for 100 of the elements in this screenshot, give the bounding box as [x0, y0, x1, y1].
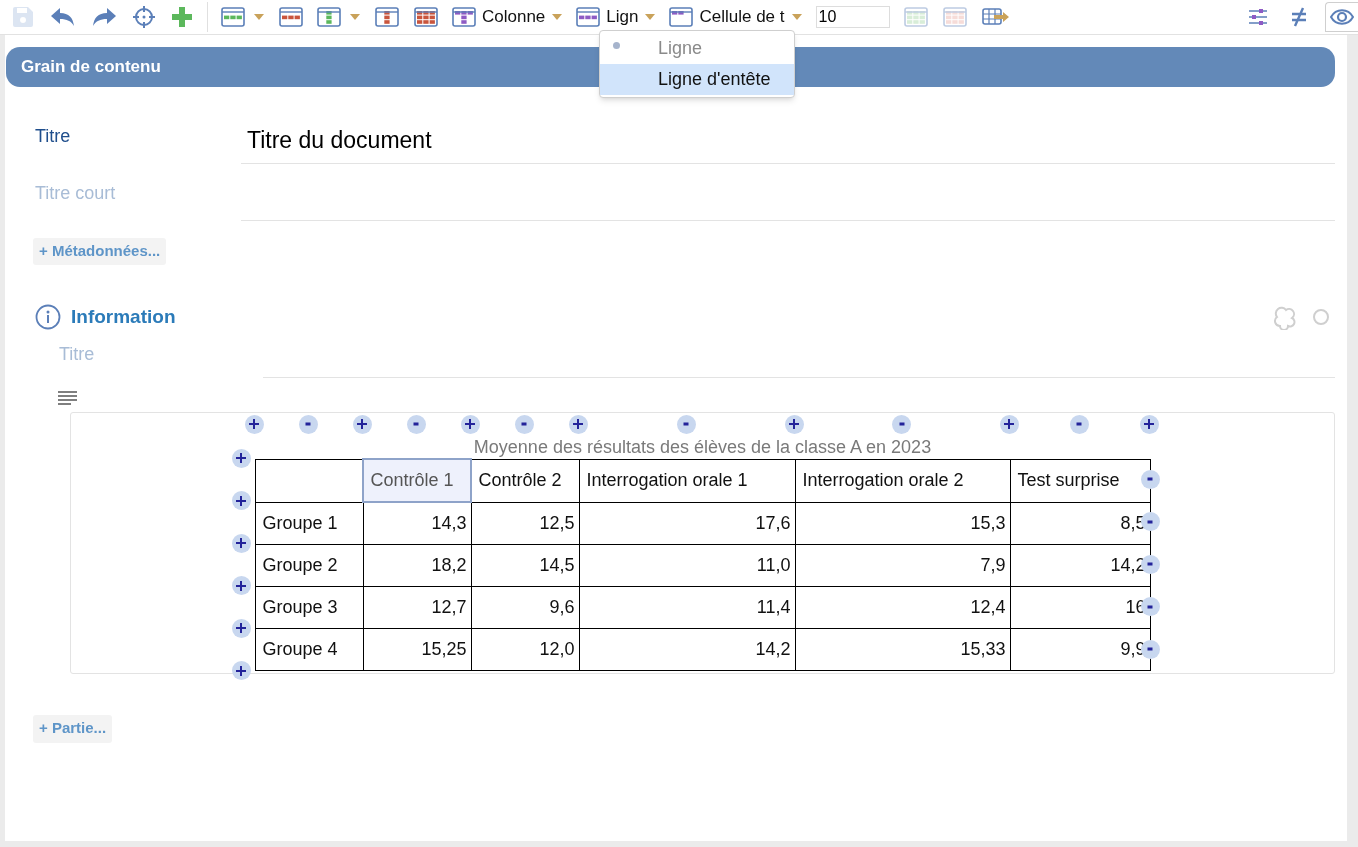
table-cell: 17,6 — [579, 502, 795, 544]
table-icon — [669, 7, 694, 27]
toolbar-dropdown[interactable] — [317, 7, 361, 27]
eye-icon — [1330, 8, 1354, 26]
plus-icon — [249, 419, 259, 429]
add-row-button[interactable] — [231, 448, 251, 468]
number-field[interactable]: 10 — [815, 6, 890, 28]
remove-column-button[interactable] — [298, 414, 318, 434]
add-column-button[interactable] — [568, 414, 588, 434]
table-cell: 11,4 — [579, 586, 795, 628]
plus-icon — [171, 6, 193, 28]
caret-icon — [644, 13, 657, 21]
table-icon — [903, 7, 928, 27]
not-equal-icon — [1289, 6, 1309, 28]
table-icon — [942, 7, 967, 27]
column-header[interactable]: Contrôle 2 — [471, 459, 579, 502]
toolbar-dropdown[interactable]: Cellule de t — [669, 4, 803, 30]
plus-icon — [236, 453, 246, 463]
add-column-button[interactable] — [999, 414, 1019, 434]
column-icon — [452, 7, 476, 27]
table-icon — [317, 7, 341, 27]
menu-item[interactable]: Ligne d'entête — [600, 64, 794, 95]
plus-icon — [236, 495, 246, 506]
add-column-button[interactable] — [784, 414, 804, 434]
field-label: Titre court — [35, 182, 117, 205]
remove-column-button[interactable] — [514, 414, 534, 434]
row-header: Groupe 2 — [255, 544, 363, 586]
remove-column-button[interactable] — [1069, 414, 1089, 434]
table-cell: 12,4 — [795, 586, 1010, 628]
plus-icon — [1144, 419, 1154, 429]
table-icon — [375, 7, 399, 27]
add-row-button[interactable] — [231, 491, 251, 510]
add-row-button[interactable] — [231, 661, 251, 680]
remove-column-button[interactable] — [406, 414, 426, 434]
remove-row-button[interactable] — [1140, 469, 1160, 489]
toolbar-button[interactable] — [374, 6, 400, 28]
table-cell: 12,5 — [471, 502, 579, 544]
table-cell: 14,5 — [471, 544, 579, 586]
plus-icon — [357, 419, 367, 429]
plus-icon — [236, 538, 246, 548]
caret-icon — [551, 13, 564, 21]
column-header[interactable]: Interrogation orale 1 — [579, 459, 795, 502]
column-header[interactable]: Interrogation orale 2 — [795, 459, 1010, 502]
row-header: Groupe 3 — [255, 586, 363, 628]
table-icon — [279, 7, 303, 27]
column-header[interactable]: Contrôle 1 — [363, 459, 471, 502]
toolbar-button[interactable] — [413, 6, 439, 28]
info-icon — [35, 304, 61, 331]
paragraph-icon — [58, 390, 77, 406]
header-title: Grain de contenu — [21, 56, 161, 79]
toolbar-button[interactable] — [170, 5, 194, 29]
field-label: Titre — [35, 125, 72, 148]
add-column-button[interactable] — [1139, 414, 1159, 434]
cloud-icon — [1272, 304, 1298, 331]
circle-icon — [1312, 308, 1330, 327]
plus-icon — [789, 419, 799, 429]
undo-icon — [50, 6, 76, 28]
toolbar-button[interactable] — [980, 6, 1011, 28]
toolbar-dropdown[interactable] — [221, 7, 265, 27]
section-title: Information — [71, 305, 176, 329]
caret-icon — [790, 13, 803, 21]
plus-icon — [236, 623, 246, 633]
add-column-button[interactable] — [352, 414, 372, 434]
plus-icon — [236, 580, 246, 591]
remove-column-button[interactable] — [676, 414, 696, 434]
table-cell: 14,3 — [363, 502, 471, 544]
toolbar-dropdown[interactable]: Lign — [576, 4, 657, 30]
toolbar-button[interactable] — [131, 4, 157, 30]
toolbar-button[interactable] — [278, 6, 304, 28]
table-cell: 15,25 — [363, 628, 471, 670]
table-cell: 7,9 — [795, 544, 1010, 586]
plus-icon — [236, 665, 246, 676]
add-row-button[interactable] — [231, 618, 251, 638]
row-header: Groupe 1 — [255, 502, 363, 544]
table-caption: Moyenne des résultats des élèves de la classe A en 2023 — [472, 435, 933, 459]
table-icon — [221, 7, 245, 27]
crosshair-icon — [132, 5, 156, 29]
remove-column-button[interactable] — [892, 414, 911, 434]
table-cell: 15,33 — [795, 628, 1010, 670]
add-row-button[interactable] — [231, 533, 251, 553]
redo-icon — [91, 6, 117, 28]
add-row-button[interactable] — [231, 576, 251, 595]
text-field[interactable]: Titre du document — [241, 118, 1335, 164]
table-cell: 9,6 — [471, 586, 579, 628]
add-column-button[interactable] — [460, 414, 480, 434]
plus-icon — [573, 419, 583, 429]
plus-icon — [465, 419, 475, 429]
plus-icon — [1004, 419, 1014, 429]
save-icon — [11, 5, 35, 29]
bullet-icon — [612, 42, 620, 49]
table-cell: 14,2 — [579, 628, 795, 670]
row-header: Groupe 4 — [255, 628, 363, 670]
table-cell: 11,0 — [579, 544, 795, 586]
table-cell: 18,2 — [363, 544, 471, 586]
table-cell: 12,7 — [363, 586, 471, 628]
toolbar-dropdown[interactable]: Colonne — [452, 4, 564, 30]
sliders-icon — [1247, 7, 1269, 27]
add-column-button[interactable] — [244, 414, 264, 434]
table-cell: 12,0 — [471, 628, 579, 670]
caret-icon — [349, 13, 361, 21]
